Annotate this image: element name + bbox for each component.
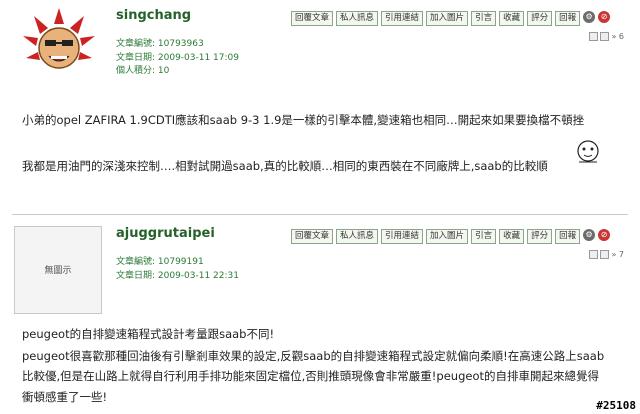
post-meta: 文章編號: 10793963 文章日期: 2009-03-11 17:09 個人… [116,38,239,79]
quote-button[interactable]: 引言 [471,229,497,244]
post-body-line: 小弟的opel ZAFIRA 1.9CDTI應該和saab 9-3 1.9是一樣… [22,113,585,127]
report-button[interactable]: 回報 [555,229,581,244]
post-6: singchang 回覆文章 私人訊息 引用連結 加入圖片 引言 收藏 評分 回… [0,0,640,214]
post-body-line: 我都是用油門的深淺來控制….相對試開過saab,真的比較順…相同的東西裝在不同廠… [22,159,548,173]
prev-post-icon[interactable] [588,32,598,41]
post-body-line: 比較優,但是在山路上就得自行利用手排功能來固定檔位,否則推頭現像會非常嚴重!pe… [22,369,599,383]
post-7: 無圖示 ajuggrutaipei 回覆文章 私人訊息 引用連結 加入圖片 引言… [0,218,640,414]
reply-button[interactable]: 回覆文章 [291,229,334,244]
post-toolbar: 回覆文章 私人訊息 引用連結 加入圖片 引言 收藏 評分 回報 ⚙ ⊘ [291,229,611,244]
prev-post-icon[interactable] [588,250,598,259]
private-message-button[interactable]: 私人訊息 [336,11,379,26]
rate-button[interactable]: 評分 [527,229,553,244]
report-button[interactable]: 回報 [555,11,581,26]
quote-link-button[interactable]: 引用連結 [381,229,424,244]
user-avatar-placeholder[interactable]: 無圖示 [14,226,102,314]
quote-link-button[interactable]: 引用連結 [381,11,424,26]
settings-icon[interactable]: ⚙ [583,11,596,23]
add-image-button[interactable]: 加入圖片 [426,229,469,244]
rate-button[interactable]: 評分 [527,11,553,26]
user-avatar[interactable] [20,6,98,84]
image-watermark: #25108 [596,399,636,412]
post-body-line: peugeot很喜歡那種回油後有引擊剎車效果的設定,反觀saab的自排變速箱程式… [22,349,605,363]
reply-button[interactable]: 回覆文章 [291,11,334,26]
username[interactable]: ajuggrutaipei [116,226,215,241]
favorite-button[interactable]: 收藏 [499,11,525,26]
add-image-button[interactable]: 加入圖片 [426,11,469,26]
post-meta: 文章編號: 10799191 文章日期: 2009-03-11 22:31 [116,256,239,283]
block-icon[interactable]: ⊘ [598,229,611,241]
next-post-icon[interactable] [599,250,609,259]
post-body-line: 衝頓感重了一些! [22,390,108,404]
next-post-icon[interactable] [599,32,609,41]
user-points: 個人積分: 10 [116,66,170,76]
quote-button[interactable]: 引言 [471,11,497,26]
username[interactable]: singchang [116,8,191,23]
favorite-button[interactable]: 收藏 [499,229,525,244]
post-id: 文章編號: 10799191 [116,257,204,267]
smiley-emoticon-icon [577,140,599,163]
post-divider [12,214,628,215]
post-body-line: peugeot的自排變速箱程式設計考量跟saab不同! [22,327,275,341]
private-message-button[interactable]: 私人訊息 [336,229,379,244]
post-toolbar: 回覆文章 私人訊息 引用連結 加入圖片 引言 收藏 評分 回報 ⚙ ⊘ [291,11,611,26]
settings-icon[interactable]: ⚙ [583,229,596,241]
floor-number: » 6 [611,32,624,41]
post-floor-indicator: » 7 [587,250,624,259]
no-avatar-label: 無圖示 [44,266,72,276]
block-icon[interactable]: ⊘ [598,11,611,23]
post-id: 文章編號: 10793963 [116,39,204,49]
post-date: 文章日期: 2009-03-11 17:09 [116,52,239,63]
floor-number: » 7 [611,250,624,259]
post-date: 文章日期: 2009-03-11 22:31 [116,270,239,281]
post-floor-indicator: » 6 [587,32,624,41]
